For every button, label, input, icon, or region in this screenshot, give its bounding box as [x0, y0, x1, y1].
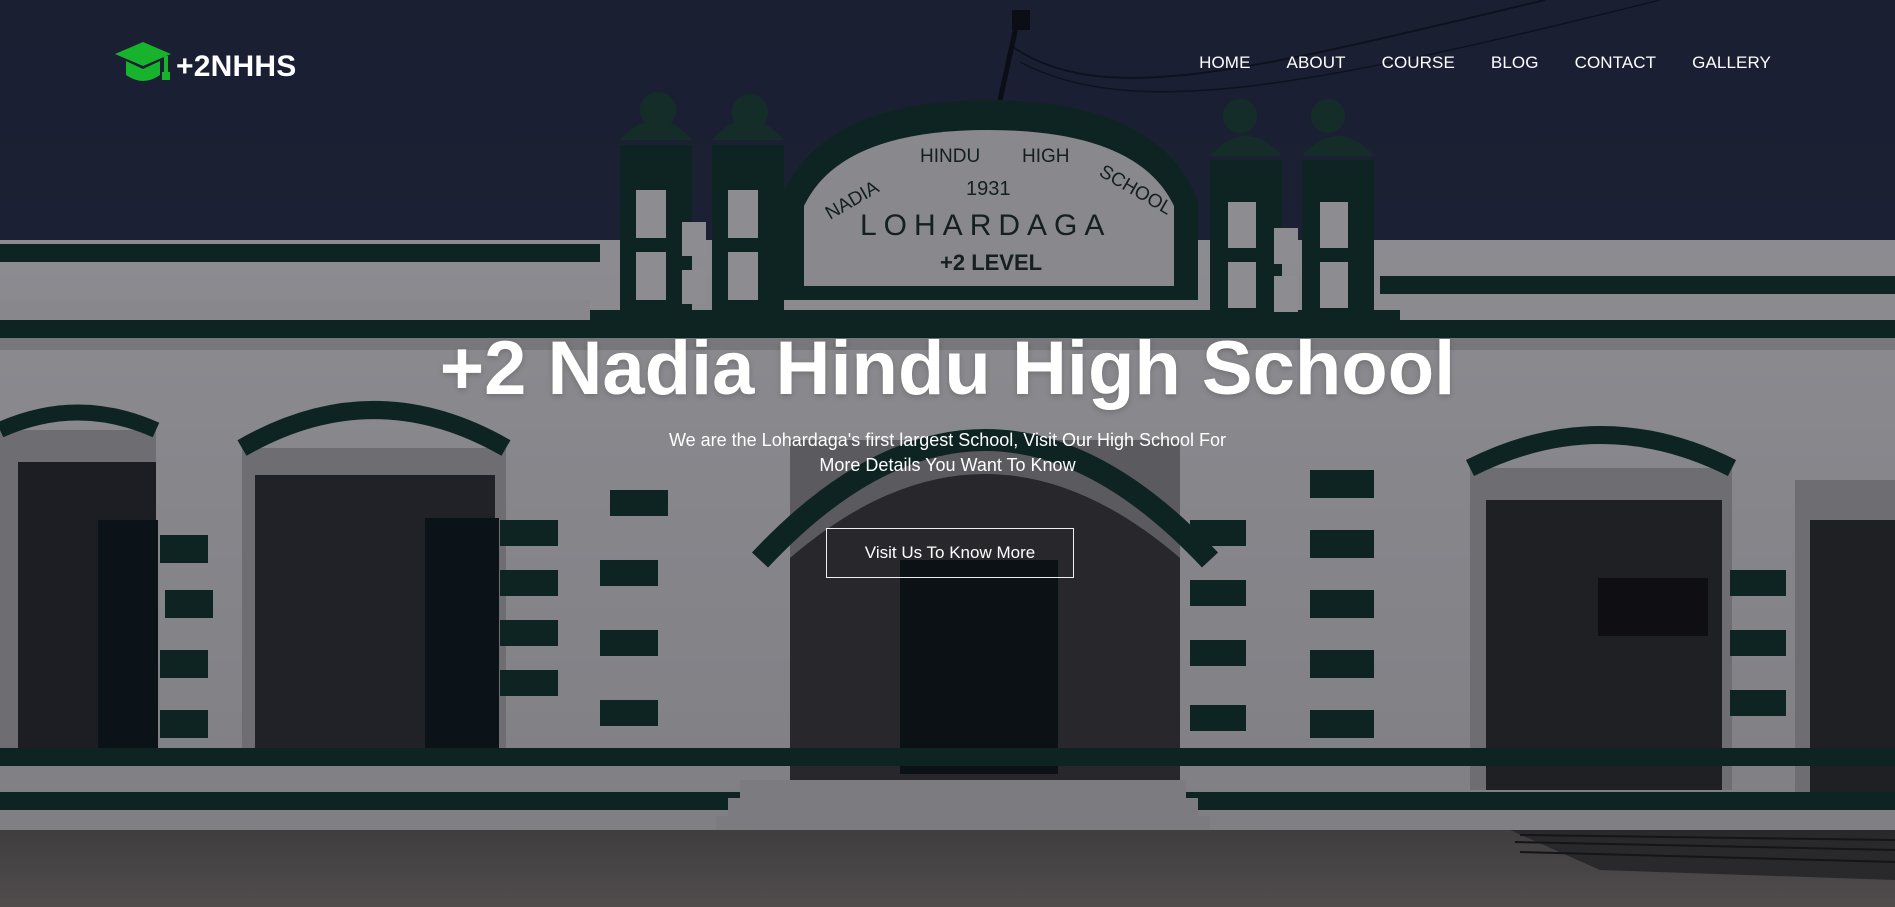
svg-text:LOHARDAGA: LOHARDAGA [860, 209, 1111, 242]
hero-subtitle: We are the Lohardaga's first largest Sch… [0, 428, 1895, 478]
main-menu: HOME ABOUT COURSE BLOG CONTACT GALLERY [1199, 52, 1771, 74]
hero-title: +2 Nadia Hindu High School [439, 326, 1456, 411]
site-logo[interactable]: +2NHHS [112, 38, 296, 92]
nav-course[interactable]: COURSE [1382, 52, 1455, 74]
svg-text:HINDU: HINDU [920, 146, 980, 167]
graduation-cap-icon [115, 42, 171, 81]
nav-gallery[interactable]: GALLERY [1692, 52, 1771, 74]
nav-blog[interactable]: BLOG [1491, 52, 1539, 74]
nav-home[interactable]: HOME [1199, 52, 1250, 74]
svg-text:HIGH: HIGH [1022, 146, 1070, 167]
visit-us-button[interactable]: Visit Us To Know More [826, 528, 1074, 578]
hero-subtitle-line-2: More Details You Want To Know [819, 455, 1076, 475]
svg-text:+2 LEVEL: +2 LEVEL [940, 250, 1042, 275]
hero-section: NADIA HINDU HIGH SCHOOL 1931 LOHARDAGA +… [0, 0, 1895, 907]
top-navigation: +2NHHS HOME ABOUT COURSE BLOG CONTACT GA… [0, 0, 1895, 120]
hero-subtitle-line-1: We are the Lohardaga's first largest Sch… [668, 430, 1227, 450]
nav-contact[interactable]: CONTACT [1575, 52, 1657, 74]
svg-text:1931: 1931 [966, 178, 1011, 200]
logo-text: +2NHHS [176, 50, 297, 83]
nav-about[interactable]: ABOUT [1287, 52, 1346, 74]
